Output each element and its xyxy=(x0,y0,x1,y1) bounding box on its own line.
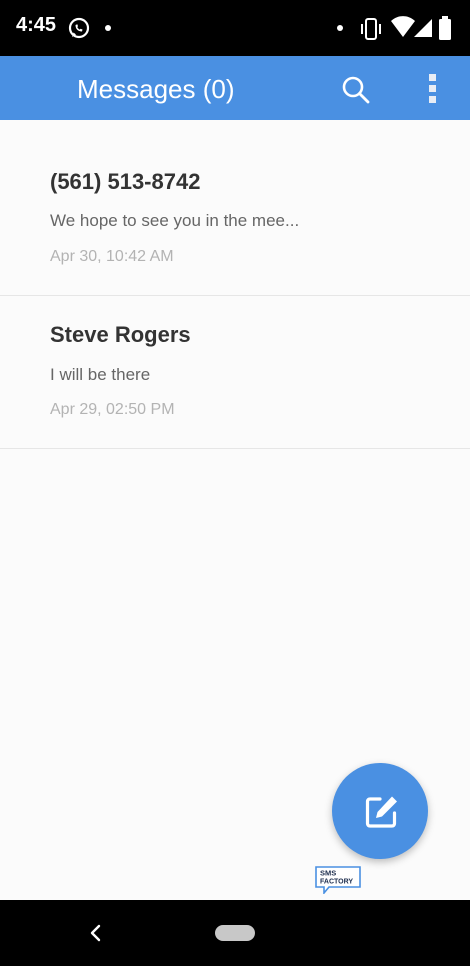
signal-icon xyxy=(414,19,432,37)
compose-button[interactable] xyxy=(332,763,428,859)
navigation-bar xyxy=(0,900,470,966)
message-sender: (561) 513-8742 xyxy=(50,169,201,194)
status-time: 4:45 xyxy=(16,14,57,36)
notification-dot xyxy=(337,25,343,31)
wifi-icon xyxy=(391,16,415,37)
status-bar: 4:45 xyxy=(0,0,470,56)
message-list-item[interactable]: (561) 513-8742 We hope to see you in the… xyxy=(0,120,470,296)
vibrate-icon xyxy=(361,18,381,40)
message-list: (561) 513-8742 We hope to see you in the… xyxy=(0,120,470,449)
message-preview: We hope to see you in the mee... xyxy=(50,211,300,230)
sms-factory-logo: SMS FACTORY xyxy=(315,866,361,894)
app-bar: Messages (0) xyxy=(0,56,470,120)
search-icon[interactable] xyxy=(340,74,372,106)
brand-line-2: FACTORY xyxy=(320,879,353,886)
message-date: Apr 30, 10:42 AM xyxy=(50,248,174,265)
brand-line-1: SMS xyxy=(320,869,336,878)
whatsapp-icon xyxy=(68,17,90,39)
message-sender: Steve Rogers xyxy=(50,322,191,347)
home-pill[interactable] xyxy=(215,925,255,941)
back-icon[interactable] xyxy=(86,922,106,944)
page-title: Messages (0) xyxy=(77,74,235,104)
overflow-menu-icon[interactable] xyxy=(420,72,444,106)
notification-dot xyxy=(105,25,111,31)
message-preview: I will be there xyxy=(50,365,151,384)
battery-icon xyxy=(439,16,451,40)
message-list-item[interactable]: Steve Rogers I will be there Apr 29, 02:… xyxy=(0,296,470,449)
compose-icon xyxy=(365,796,397,828)
message-date: Apr 29, 02:50 PM xyxy=(50,401,175,418)
screen: 4:45 Messages (0) (561) 513-8742 We hope… xyxy=(0,0,470,966)
